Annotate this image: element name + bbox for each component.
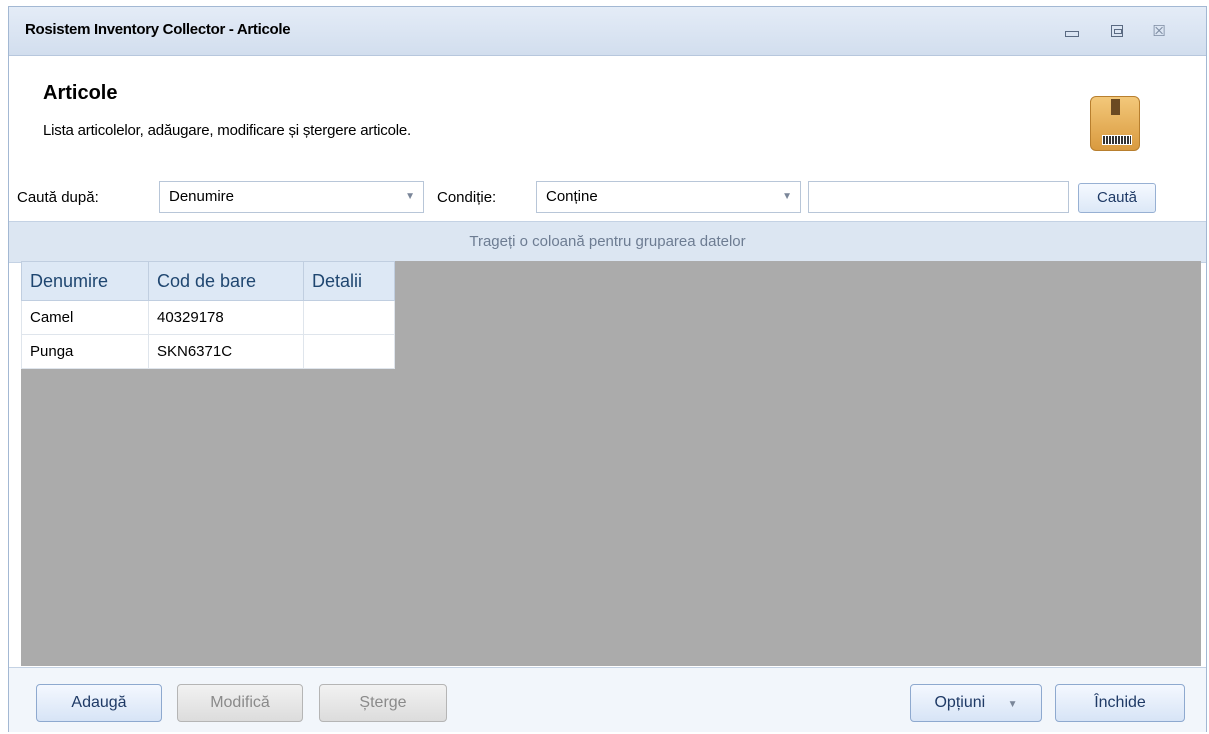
group-by-panel[interactable]: Trageți o coloană pentru gruparea datelo… — [9, 221, 1206, 263]
table-header-row: Denumire Cod de bare Detalii — [21, 261, 395, 301]
search-by-value: Denumire — [169, 188, 235, 205]
add-button[interactable]: Adaugă — [36, 684, 162, 722]
minimize-button[interactable] — [1061, 21, 1083, 41]
cell-denumire[interactable]: Punga — [21, 334, 149, 369]
condition-value: Conține — [546, 188, 598, 205]
close-button[interactable]: Închide — [1055, 684, 1185, 722]
search-bar: Caută după: Denumire ▼ Condiție: Conține… — [9, 179, 1206, 219]
cell-denumire[interactable]: Camel — [21, 300, 149, 335]
close-window-button[interactable]: ☒ — [1148, 21, 1170, 41]
condition-select[interactable]: Conține ▼ — [536, 181, 801, 213]
package-ribbon — [1111, 99, 1120, 115]
app-window: Rosistem Inventory Collector - Articole … — [8, 6, 1207, 732]
chevron-down-icon: ▼ — [405, 191, 415, 202]
package-icon — [1090, 96, 1140, 151]
title-bar[interactable]: Rosistem Inventory Collector - Articole … — [9, 7, 1206, 56]
column-header-cod-de-bare[interactable]: Cod de bare — [148, 261, 304, 301]
maximize-icon — [1111, 25, 1123, 37]
condition-label: Condiție: — [437, 189, 497, 206]
search-button[interactable]: Caută — [1078, 183, 1156, 213]
maximize-button[interactable] — [1106, 21, 1128, 41]
search-by-select[interactable]: Denumire ▼ — [159, 181, 424, 213]
delete-button[interactable]: Șterge — [319, 684, 447, 722]
cell-cod-de-bare[interactable]: SKN6371C — [148, 334, 304, 369]
page-title: Articole — [43, 82, 118, 104]
minimize-icon — [1065, 31, 1079, 37]
column-header-detalii[interactable]: Detalii — [303, 261, 395, 301]
page-subtitle: Lista articolelor, adăugare, modificare … — [43, 122, 411, 139]
table-row[interactable]: Camel 40329178 — [21, 300, 395, 335]
footer-bar: Adaugă Modifică Șterge Opțiuni ▼ Închide — [9, 667, 1206, 732]
chevron-down-icon: ▼ — [1007, 699, 1018, 710]
options-label: Opțiuni — [934, 694, 986, 711]
chevron-down-icon: ▼ — [782, 191, 792, 202]
close-icon: ☒ — [1152, 22, 1166, 40]
cell-detalii[interactable] — [303, 334, 395, 369]
data-grid: Denumire Cod de bare Detalii Camel 40329… — [21, 261, 1201, 666]
search-by-label: Caută după: — [17, 189, 99, 206]
options-button[interactable]: Opțiuni ▼ — [910, 684, 1042, 722]
articles-table: Denumire Cod de bare Detalii Camel 40329… — [21, 261, 395, 369]
barcode-icon — [1102, 135, 1132, 145]
search-input[interactable] — [808, 181, 1069, 213]
page-header: Articole Lista articolelor, adăugare, mo… — [9, 56, 1206, 180]
column-header-denumire[interactable]: Denumire — [21, 261, 149, 301]
table-row[interactable]: Punga SKN6371C — [21, 334, 395, 369]
window-title: Rosistem Inventory Collector - Articole — [25, 21, 291, 38]
cell-detalii[interactable] — [303, 300, 395, 335]
cell-cod-de-bare[interactable]: 40329178 — [148, 300, 304, 335]
edit-button[interactable]: Modifică — [177, 684, 303, 722]
